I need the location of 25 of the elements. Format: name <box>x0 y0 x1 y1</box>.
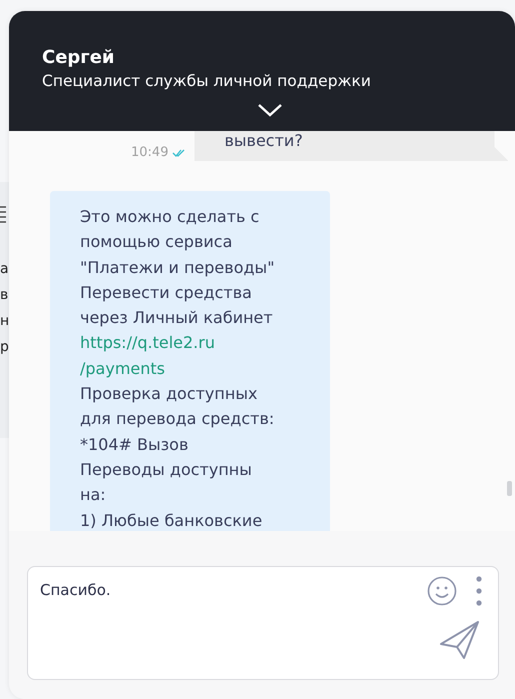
agent-name: Сергей <box>42 47 116 69</box>
text-fragment: н <box>0 312 9 331</box>
chevron-down-icon[interactable] <box>257 103 283 117</box>
message-time: 10:49 <box>131 145 168 161</box>
message-line: через Личный кабинет <box>80 307 274 330</box>
message-line: Проверка доступных <box>80 383 258 406</box>
message-line: "Платежи и переводы" <box>80 256 276 279</box>
message-field[interactable]: Спасибо. <box>27 566 499 680</box>
message-line: Это можно сделать с <box>80 206 260 228</box>
text-fragment: в <box>0 286 9 305</box>
text-fragment: а <box>0 260 9 279</box>
message-line: помощью сервиса <box>80 231 234 254</box>
emoji-icon[interactable] <box>427 576 457 606</box>
message-line: *104# Вызов <box>80 434 190 456</box>
message-line: 1) Любые банковские <box>80 510 264 531</box>
message-line: вывести? <box>224 131 304 151</box>
agent-role: Специалист службы личной поддержки <box>42 71 372 92</box>
more-icon[interactable] <box>476 576 482 606</box>
message-line: на: <box>80 484 107 506</box>
text-fragment: р <box>0 338 9 357</box>
message-line: для перевода средств: <box>80 408 276 430</box>
send-icon[interactable] <box>439 620 481 660</box>
scrollbar-thumb[interactable] <box>507 481 512 496</box>
message-line: Переводы доступны <box>80 458 253 481</box>
message-line: Перевести средства <box>80 282 253 304</box>
